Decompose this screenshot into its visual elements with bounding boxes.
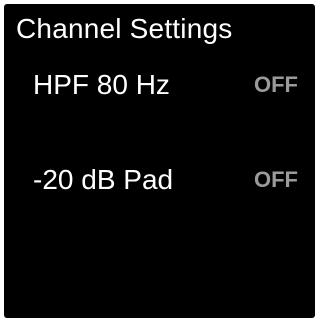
setting-label-hpf: HPF 80 Hz bbox=[33, 69, 170, 100]
setting-row-pad[interactable]: -20 dB Pad OFF bbox=[4, 160, 315, 200]
hpf-toggle[interactable]: OFF bbox=[254, 65, 298, 105]
setting-row-hpf[interactable]: HPF 80 Hz OFF bbox=[4, 65, 315, 105]
setting-label-pad: -20 dB Pad bbox=[33, 164, 174, 195]
channel-settings-panel: Channel Settings HPF 80 Hz OFF -20 dB Pa… bbox=[4, 4, 315, 318]
page-title: Channel Settings bbox=[16, 13, 233, 44]
pad-toggle[interactable]: OFF bbox=[254, 160, 298, 200]
